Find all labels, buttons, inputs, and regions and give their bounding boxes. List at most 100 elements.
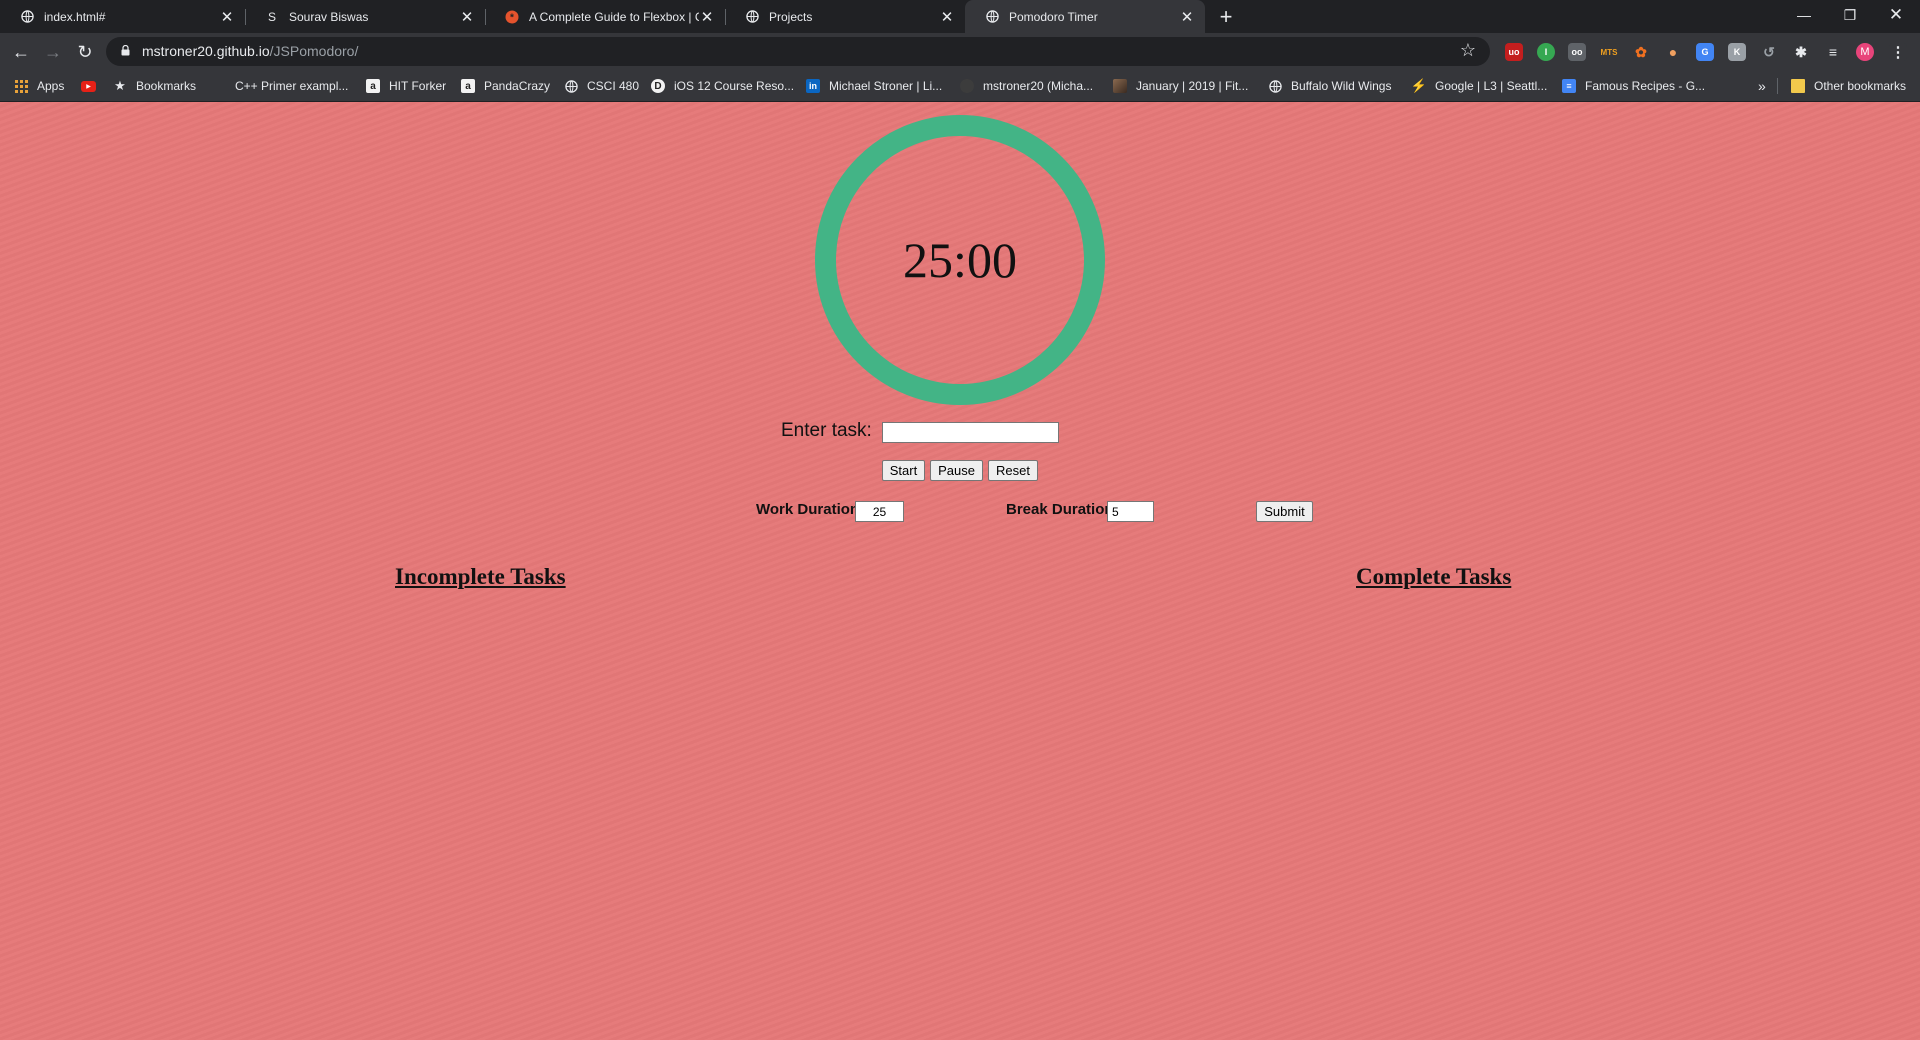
linkedin-icon: in (806, 79, 820, 93)
folder-icon (1791, 79, 1805, 93)
photo-icon (1113, 79, 1127, 93)
break-duration-input[interactable] (1107, 501, 1154, 522)
translate-extension-icon[interactable]: G (1696, 43, 1714, 61)
tab-flexbox-guide[interactable]: * A Complete Guide to Flexbox | C ✕ (485, 0, 725, 33)
bolt-icon: ⚡ (1410, 78, 1428, 93)
profile-avatar[interactable]: M (1856, 43, 1874, 61)
bookmark-pandacrazy[interactable]: a PandaCrazy (461, 76, 550, 96)
svg-text:*: * (510, 12, 514, 23)
work-duration-input[interactable] (855, 501, 904, 522)
bookmark-label: CSCI 480 (587, 79, 640, 93)
bookmark-label: Buffalo Wild Wings (1291, 79, 1392, 93)
bookmark-label: HIT Forker (389, 79, 447, 93)
tab-title: A Complete Guide to Flexbox | C (529, 9, 699, 24)
ublock-extension-icon[interactable]: uo (1505, 43, 1523, 61)
close-icon[interactable]: ✕ (699, 8, 715, 26)
docs-icon: ≡ (1562, 79, 1576, 93)
green-extension-icon[interactable]: I (1537, 43, 1555, 61)
address-bar[interactable]: mstroner20.github.io/JSPomodoro/ ☆ (106, 37, 1490, 66)
amazon-icon: a (461, 79, 475, 93)
bookmark-famous-recipes[interactable]: ≡ Famous Recipes - G... (1562, 76, 1705, 96)
menu-dots-icon[interactable]: ⋮ (1889, 43, 1907, 61)
bookmark-label: Bookmarks (136, 79, 197, 93)
reading-list-icon[interactable]: ≡ (1824, 43, 1842, 61)
reset-button[interactable]: Reset (988, 460, 1038, 481)
forward-arrow-icon[interactable]: → (39, 38, 67, 66)
tab-sourav-biswas[interactable]: S Sourav Biswas ✕ (245, 0, 485, 33)
k-extension-icon[interactable]: K (1728, 43, 1746, 61)
bookmark-csci-480[interactable]: CSCI 480 (564, 76, 639, 96)
close-icon[interactable]: ✕ (1179, 8, 1195, 26)
bookmarks-overflow-chevron-icon[interactable]: » (1758, 76, 1766, 96)
close-icon[interactable]: ✕ (219, 8, 235, 26)
task-label: Enter task: (781, 420, 872, 441)
star-icon: ★ (114, 78, 126, 93)
restore-icon[interactable]: ❐ (1827, 0, 1873, 30)
bookmark-youtube[interactable]: ▶ (81, 76, 105, 96)
reload-icon[interactable]: ↻ (71, 38, 99, 66)
timer-display: 25:00 (903, 232, 1017, 288)
history-extension-icon[interactable]: ↺ (1760, 43, 1778, 61)
globe-icon (985, 10, 999, 24)
tab-title: Pomodoro Timer (1009, 9, 1098, 24)
blank-page-icon (212, 79, 226, 93)
bookmark-label: Famous Recipes - G... (1585, 79, 1706, 93)
bookmark-google-l3[interactable]: ⚡ Google | L3 | Seattl... (1410, 76, 1547, 96)
new-tab-plus-icon[interactable]: + (1213, 4, 1239, 30)
pause-button[interactable]: Pause (930, 460, 983, 481)
submit-button[interactable]: Submit (1256, 501, 1313, 522)
honey-extension-icon[interactable]: ● (1664, 43, 1682, 61)
close-icon[interactable]: ✕ (939, 8, 955, 26)
amazon-icon: a (366, 79, 380, 93)
bookmark-other-bookmarks[interactable]: Other bookmarks (1791, 76, 1906, 96)
d-letter-icon: D (651, 79, 665, 93)
bookmark-hit-forker[interactable]: a HIT Forker (366, 76, 446, 96)
bookmark-ios-course[interactable]: D iOS 12 Course Reso... (651, 76, 794, 96)
tab-projects[interactable]: Projects ✕ (725, 0, 965, 33)
bookmark-cpp-primer[interactable]: C++ Primer exampl... (212, 76, 348, 96)
s-letter-icon: S (267, 9, 276, 24)
globe-icon (564, 79, 578, 93)
close-window-icon[interactable]: ✕ (1873, 0, 1919, 30)
bookmark-github[interactable]: mstroner20 (Micha... (960, 76, 1093, 96)
bookmark-buffalo-wild-wings[interactable]: Buffalo Wild Wings (1268, 76, 1391, 96)
url-host: mstroner20.github.io (142, 43, 270, 59)
apps-grid-icon (14, 79, 28, 93)
youtube-icon: ▶ (81, 80, 96, 92)
bookmark-label: Michael Stroner | Li... (829, 79, 943, 93)
bookmark-linkedin[interactable]: in Michael Stroner | Li... (806, 76, 942, 96)
github-icon (960, 79, 974, 93)
tab-title: Projects (769, 9, 813, 24)
bookmark-label: January | 2019 | Fit... (1136, 79, 1249, 93)
url-text: mstroner20.github.io/JSPomodoro/ (142, 43, 358, 59)
browser-toolbar: ← → ↻ mstroner20.github.io/JSPomodoro/ ☆… (0, 33, 1920, 70)
bookmark-label: Apps (37, 79, 65, 93)
css-tricks-icon: * (505, 10, 519, 24)
tab-index[interactable]: index.html# ✕ (0, 0, 245, 33)
mts-extension-icon[interactable]: MTS (1600, 43, 1618, 61)
start-button[interactable]: Start (882, 460, 925, 481)
task-input[interactable] (882, 422, 1059, 443)
bookmark-label: C++ Primer exampl... (235, 79, 349, 93)
bookmark-fitness[interactable]: January | 2019 | Fit... (1113, 76, 1248, 96)
tab-pomodoro-timer[interactable]: Pomodoro Timer ✕ (965, 0, 1205, 33)
globe-icon (745, 10, 759, 24)
bookmark-label: PandaCrazy (484, 79, 551, 93)
bookmarks-divider (1777, 78, 1778, 94)
oo-extension-icon[interactable]: oo (1568, 43, 1586, 61)
tab-strip: index.html# ✕ S Sourav Biswas ✕ * A Comp… (0, 0, 1920, 33)
complete-tasks-heading: Complete Tasks (1356, 564, 1512, 589)
incomplete-tasks-heading: Incomplete Tasks (395, 564, 566, 589)
bookmark-label: mstroner20 (Micha... (983, 79, 1094, 93)
bookmark-star-icon[interactable]: ☆ (1460, 40, 1476, 61)
orange-extension-icon[interactable]: ✿ (1632, 43, 1650, 61)
bookmark-apps[interactable]: Apps (14, 76, 64, 96)
bookmark-bookmarks[interactable]: ★ Bookmarks (113, 76, 196, 96)
close-icon[interactable]: ✕ (459, 8, 475, 26)
back-arrow-icon[interactable]: ← (7, 38, 35, 66)
bookmark-label: iOS 12 Course Reso... (674, 79, 795, 93)
bookmarks-bar: Apps ▶ ★ Bookmarks C++ Primer exampl... … (0, 70, 1920, 102)
minimize-icon[interactable]: — (1781, 0, 1827, 30)
puzzle-extensions-icon[interactable]: ✱ (1792, 43, 1810, 61)
work-duration-label: Work Duration (756, 501, 860, 518)
